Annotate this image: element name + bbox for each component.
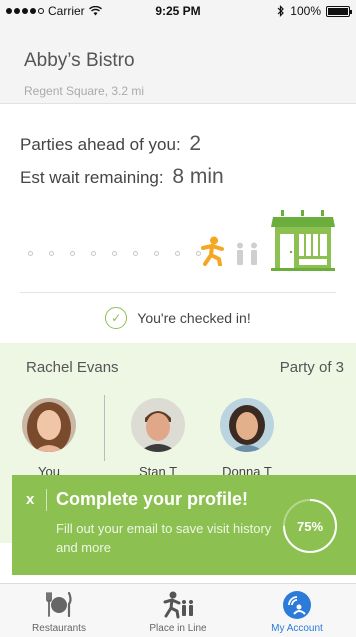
line-progress (0, 208, 356, 288)
account-icon (283, 591, 311, 619)
progress-dot (49, 251, 54, 256)
parties-ahead-value: 2 (189, 132, 202, 155)
progress-dot (112, 251, 117, 256)
battery-icon (326, 5, 352, 17)
progress-dot (28, 251, 33, 256)
avatar[interactable] (22, 398, 76, 452)
tab-bar: Restaurants Place in Line My Account (0, 583, 356, 637)
banner-text: Fill out your email to save visit histor… (56, 521, 272, 555)
progress-dot (175, 251, 180, 256)
avatar[interactable] (131, 398, 185, 452)
party-name: Rachel Evans (26, 359, 119, 376)
wait-remaining: Est wait remaining: 8 min (20, 161, 224, 194)
wait-remaining-label: Est wait remaining: (20, 168, 164, 187)
progress-dot (91, 251, 96, 256)
status-bar: Carrier 9:25 PM 100% (0, 0, 356, 22)
complete-profile-banner[interactable]: x Complete your profile! Fill out your e… (12, 475, 356, 575)
party-size: Party of 3 (279, 359, 344, 376)
close-banner-button[interactable]: x (26, 491, 34, 508)
plate-fork-knife-icon (46, 591, 72, 618)
checked-in-status: ✓ You're checked in! (0, 306, 356, 330)
section-divider (20, 292, 336, 293)
battery-percent: 100% (290, 4, 321, 18)
wait-remaining-value: 8 min (172, 165, 224, 188)
tab-restaurants-label: Restaurants (32, 623, 86, 634)
restaurant-header: Abby’s Bistro Regent Square, 3.2 mi (0, 22, 356, 104)
tab-place-in-line[interactable]: Place in Line (119, 584, 237, 637)
checked-in-text: You're checked in! (137, 310, 251, 326)
wait-stats: Parties ahead of you: 2 Est wait remaini… (20, 128, 224, 194)
you-person-icon (201, 236, 224, 266)
progress-dot (154, 251, 159, 256)
person-in-line-icon (163, 591, 193, 619)
tab-restaurants[interactable]: Restaurants (0, 584, 118, 637)
party-ahead-icon (237, 242, 257, 265)
status-right: 100% (277, 4, 352, 18)
progress-dot (70, 251, 75, 256)
parties-ahead-label: Parties ahead of you: (20, 135, 181, 154)
parties-ahead: Parties ahead of you: 2 (20, 128, 224, 161)
tab-my-account[interactable]: My Account (238, 584, 356, 637)
check-icon: ✓ (105, 307, 128, 329)
restaurant-storefront-icon (271, 210, 335, 271)
restaurant-name: Abby’s Bistro (24, 50, 135, 71)
restaurant-location: Regent Square, 3.2 mi (24, 84, 145, 98)
tab-my-account-label: My Account (271, 623, 323, 634)
banner-title: Complete your profile! (56, 489, 249, 509)
member-separator (104, 395, 105, 461)
bluetooth-icon (277, 5, 285, 17)
avatar[interactable] (220, 398, 274, 452)
progress-dot (133, 251, 138, 256)
tab-place-in-line-label: Place in Line (149, 623, 207, 634)
profile-progress-label: 75% (296, 518, 324, 534)
banner-divider (46, 489, 47, 511)
